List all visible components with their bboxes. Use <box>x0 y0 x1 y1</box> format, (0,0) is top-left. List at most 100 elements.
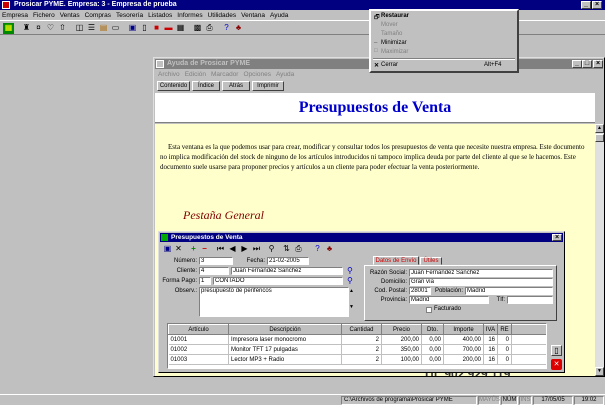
formapago-name-field[interactable]: CONTADO <box>213 277 343 285</box>
indice-button[interactable]: Índice <box>192 81 220 91</box>
cancel-icon[interactable]: ✕ <box>173 244 184 255</box>
cell-descripcion[interactable]: Lector MP3 + Radio <box>228 354 342 365</box>
delete-line-button[interactable]: ✕ <box>551 359 562 370</box>
tlf-field[interactable] <box>507 296 553 304</box>
cell-articulo[interactable]: 01003 <box>168 354 229 365</box>
cell-re[interactable]: 0 <box>497 334 512 345</box>
sort-icon[interactable]: ⇅ <box>281 244 292 255</box>
col-articulo[interactable]: Artículo <box>168 324 229 335</box>
help-menu-archivo[interactable]: Archivo <box>158 71 180 78</box>
table-row[interactable]: 01003 Lector MP3 + Radio 2 100,00 0,00 2… <box>168 354 546 365</box>
table-row[interactable]: 01002 Monitor TFT 17 pulgadas 2 350,00 0… <box>168 344 546 355</box>
col-cantidad[interactable]: Cantidad <box>341 324 382 335</box>
prev-record-icon[interactable]: ◀ <box>227 244 238 255</box>
cell-cantidad[interactable]: 2 <box>341 334 382 345</box>
stop-icon[interactable]: ■ <box>151 23 162 34</box>
table-row[interactable]: 01001 Impresora laser monocromo 2 200,00… <box>168 334 546 345</box>
minimize-button[interactable]: _ <box>581 1 591 9</box>
presupuesto-titlebar[interactable]: Presupuestos de Venta <box>160 233 563 242</box>
menu-informes[interactable]: Informes <box>177 12 202 19</box>
folder-icon[interactable]: ▤ <box>98 23 109 34</box>
razon-field[interactable]: Juan Fernandez Sanchez <box>409 269 553 277</box>
menu-fichero[interactable]: Fichero <box>33 12 55 19</box>
money-icon[interactable]: ¤ <box>33 23 44 34</box>
page-icon[interactable]: ▯ <box>139 23 150 34</box>
cell-re[interactable]: 0 <box>497 354 512 365</box>
scroll-down-arrow[interactable]: ▼ <box>595 367 604 376</box>
cell-descripcion[interactable]: Monitor TFT 17 pulgadas <box>228 344 342 355</box>
scroll-thumb[interactable] <box>595 134 604 142</box>
observ-field[interactable]: presupuesto de periféricos <box>199 287 349 317</box>
print-icon[interactable]: ⎙ <box>293 244 304 255</box>
menu-tesoreria[interactable]: Tesorería <box>116 12 143 19</box>
menu-listados[interactable]: Listados <box>148 12 172 19</box>
cp-field[interactable]: 28001 <box>409 287 431 295</box>
imprimir-button[interactable]: Imprimir <box>252 81 284 91</box>
contenido-button[interactable]: Contenido <box>157 81 190 91</box>
tab-datos-envio[interactable]: Datos de Envío <box>373 256 419 265</box>
calendar-icon[interactable]: ▦ <box>175 23 186 34</box>
delete-icon[interactable]: − <box>199 244 210 255</box>
menu-restaurar[interactable]: Restaurar <box>381 12 409 20</box>
help-icon[interactable]: ? <box>221 23 232 34</box>
cell-dto[interactable]: 0,00 <box>421 334 444 345</box>
cell-precio[interactable]: 200,00 <box>381 334 422 345</box>
doc-icon[interactable]: ▭ <box>110 23 121 34</box>
observ-scroll-icon[interactable]: ▲ ▼ <box>349 287 356 317</box>
cell-iva[interactable]: 16 <box>483 344 498 355</box>
cell-iva[interactable]: 16 <box>483 334 498 345</box>
chart-icon[interactable]: ▬ <box>163 23 174 34</box>
printer-icon[interactable]: ⎙ <box>204 23 215 34</box>
atras-button[interactable]: Atrás <box>222 81 250 91</box>
facturado-checkbox[interactable] <box>426 307 432 313</box>
col-re[interactable]: RE <box>497 324 512 335</box>
cell-articulo[interactable]: 01001 <box>168 334 229 345</box>
col-dto[interactable]: Dto. <box>421 324 444 335</box>
exit-icon[interactable]: ♣ <box>324 244 335 255</box>
col-iva[interactable]: IVA <box>483 324 498 335</box>
close-button[interactable]: × <box>592 1 602 9</box>
menu-maximizar[interactable]: Maximizar <box>381 48 408 56</box>
search-formapago-icon[interactable]: ⚲ <box>347 276 353 285</box>
col-descripcion[interactable]: Descripción <box>228 324 342 335</box>
help-close-button[interactable]: × <box>593 60 603 68</box>
col-importe[interactable]: Importe <box>443 324 484 335</box>
menu-ayuda[interactable]: Ayuda <box>270 12 288 19</box>
cell-descripcion[interactable]: Impresora laser monocromo <box>228 334 342 345</box>
cell-dto[interactable]: 0,00 <box>421 344 444 355</box>
clients-icon[interactable]: ♜ <box>21 23 32 34</box>
help-menu-edicion[interactable]: Edición <box>185 71 206 78</box>
cell-precio[interactable]: 350,00 <box>381 344 422 355</box>
cell-cantidad[interactable]: 2 <box>341 344 382 355</box>
book-icon[interactable]: ◫ <box>74 23 85 34</box>
numero-field[interactable]: 3 <box>199 257 233 265</box>
formapago-code-field[interactable]: 1 <box>199 277 211 285</box>
cell-iva[interactable]: 16 <box>483 354 498 365</box>
cell-importe[interactable]: 200,00 <box>443 354 484 365</box>
app-icon[interactable] <box>2 1 10 9</box>
help-menu-marcador[interactable]: Marcador <box>211 71 238 78</box>
poblacion-field[interactable]: Madrid <box>465 287 553 295</box>
fecha-field[interactable]: 21-02-2005 <box>267 257 309 265</box>
cell-articulo[interactable]: 01002 <box>168 344 229 355</box>
find-icon[interactable]: ⚲ <box>266 244 277 255</box>
cliente-name-field[interactable]: Juan Fernandez Sanchez <box>231 267 343 275</box>
cell-importe[interactable]: 700,00 <box>443 344 484 355</box>
help-menu-ayuda[interactable]: Ayuda <box>276 71 294 78</box>
presupuesto-close-button[interactable]: × <box>552 234 562 241</box>
domicilio-field[interactable]: Gran vía <box>409 278 553 286</box>
cliente-code-field[interactable]: 4 <box>199 267 229 275</box>
menu-mover[interactable]: Mover <box>381 21 398 29</box>
exit-icon[interactable]: ♣ <box>233 23 244 34</box>
list-icon[interactable]: ☰ <box>86 23 97 34</box>
calc-icon[interactable]: ▩ <box>192 23 203 34</box>
menu-tamano[interactable]: Tamaño <box>381 30 402 38</box>
cell-precio[interactable]: 100,00 <box>381 354 422 365</box>
menu-utilidades[interactable]: Utilidades <box>208 12 237 19</box>
menu-minimizar[interactable]: Minimizar <box>381 39 407 47</box>
help-minimize-button[interactable]: _ <box>572 60 582 68</box>
add-icon[interactable]: + <box>188 244 199 255</box>
menu-cerrar[interactable]: Cerrar <box>381 61 398 69</box>
tab-utiles[interactable]: Útiles <box>420 257 442 265</box>
heart-icon[interactable]: ♡ <box>45 23 56 34</box>
